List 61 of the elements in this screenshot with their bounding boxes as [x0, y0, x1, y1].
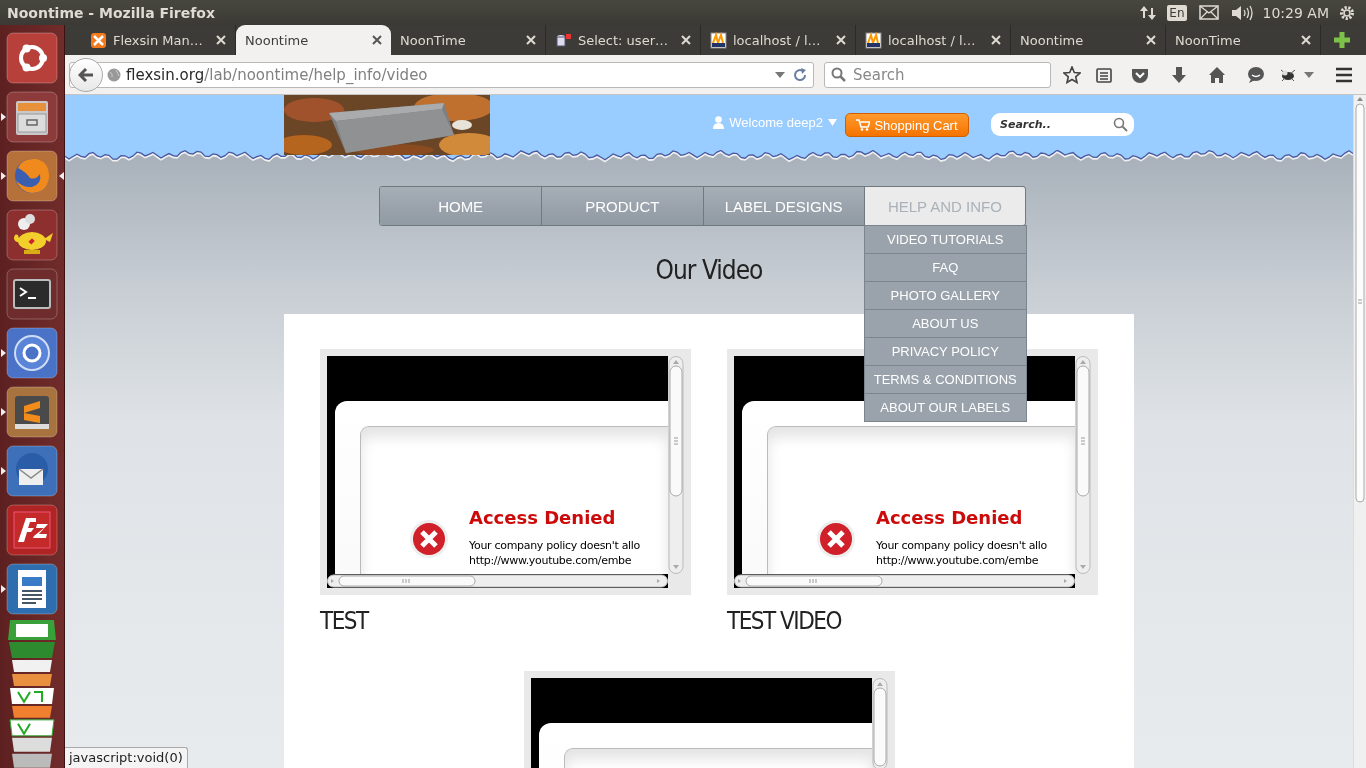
dropdown-caret-icon[interactable]	[1304, 71, 1314, 78]
user-icon	[713, 116, 725, 129]
envelope-icon[interactable]	[1198, 5, 1219, 20]
terminal-icon	[6, 268, 58, 321]
dropdown-caret-icon[interactable]	[775, 71, 785, 78]
vertical-scrollbar[interactable]	[871, 678, 888, 768]
site-search-field[interactable]: Search..	[991, 113, 1134, 136]
horizontal-scrollbar[interactable]	[327, 574, 668, 588]
error-message: Your company policy doesn't allo http://www.youtube.com/embe	[876, 538, 1048, 568]
error-message: Your company policy doesn't allo http://www.youtube.com/embe	[469, 538, 641, 568]
window-title: Noontime - Mozilla Firefox	[7, 4, 216, 21]
keyboard-layout-indicator[interactable]: En	[1167, 4, 1187, 21]
back-arrow-icon	[78, 67, 94, 82]
cart-icon	[856, 119, 871, 131]
video-title: TEST VIDEO	[727, 607, 843, 635]
ring-logo-icon	[6, 32, 58, 85]
menu-icon[interactable]	[1335, 66, 1353, 83]
chat-bubble-icon[interactable]	[1247, 65, 1265, 84]
back-button[interactable]	[69, 57, 103, 92]
globe-icon	[107, 67, 121, 82]
video-title: TEST	[320, 607, 370, 635]
video-frame[interactable]	[523, 671, 895, 768]
sails-logo-icon	[710, 31, 727, 49]
lamp-icon	[6, 209, 58, 262]
file-cabinet-icon	[6, 91, 58, 144]
horizontal-scrollbar[interactable]	[734, 574, 1075, 588]
document-icon	[6, 562, 58, 615]
reading-list-icon[interactable]	[1095, 65, 1113, 84]
error-title: Access Denied	[876, 507, 1024, 528]
zigzag-icon	[6, 503, 58, 556]
vertical-scrollbar[interactable]	[1075, 356, 1091, 574]
reload-icon[interactable]	[793, 67, 807, 82]
video-frame[interactable]: Access Denied Your company policy doesn't allo http://www.youtube.com/embe	[320, 349, 691, 595]
ring-icon	[6, 327, 58, 380]
home-icon[interactable]	[1208, 65, 1226, 84]
vertical-scrollbar[interactable]	[668, 356, 684, 574]
dropdown-caret-icon	[828, 119, 837, 126]
search-icon	[831, 66, 846, 82]
code-editor-icon	[6, 386, 58, 438]
url-text: flexsin.org/lab/noontime/help_info/video	[126, 65, 429, 84]
error-icon	[816, 519, 856, 559]
fox-globe-icon	[6, 150, 58, 203]
clock[interactable]: 10:29 AM	[1262, 4, 1329, 21]
speaker-icon[interactable]	[1230, 4, 1253, 21]
search-field[interactable]: Search	[824, 61, 1051, 88]
gear-icon[interactable]	[1338, 3, 1356, 22]
database-icon	[555, 31, 572, 49]
page-scrollbar[interactable]	[1354, 95, 1366, 505]
browser-tab[interactable]: Noontime	[236, 25, 391, 55]
download-icon[interactable]	[1170, 65, 1188, 84]
status-text: javascript:void(0)	[69, 750, 183, 765]
plus-icon[interactable]	[1333, 31, 1351, 49]
star-icon[interactable]	[1063, 65, 1081, 84]
page-heading: Our Video	[655, 255, 763, 285]
mail-bird-icon	[6, 444, 58, 497]
error-icon	[409, 519, 449, 559]
sails-logo-icon	[865, 31, 882, 49]
x-logo-icon	[90, 31, 107, 49]
error-title: Access Denied	[469, 507, 617, 528]
close-icon[interactable]	[372, 35, 382, 45]
search-icon[interactable]	[1113, 117, 1128, 132]
